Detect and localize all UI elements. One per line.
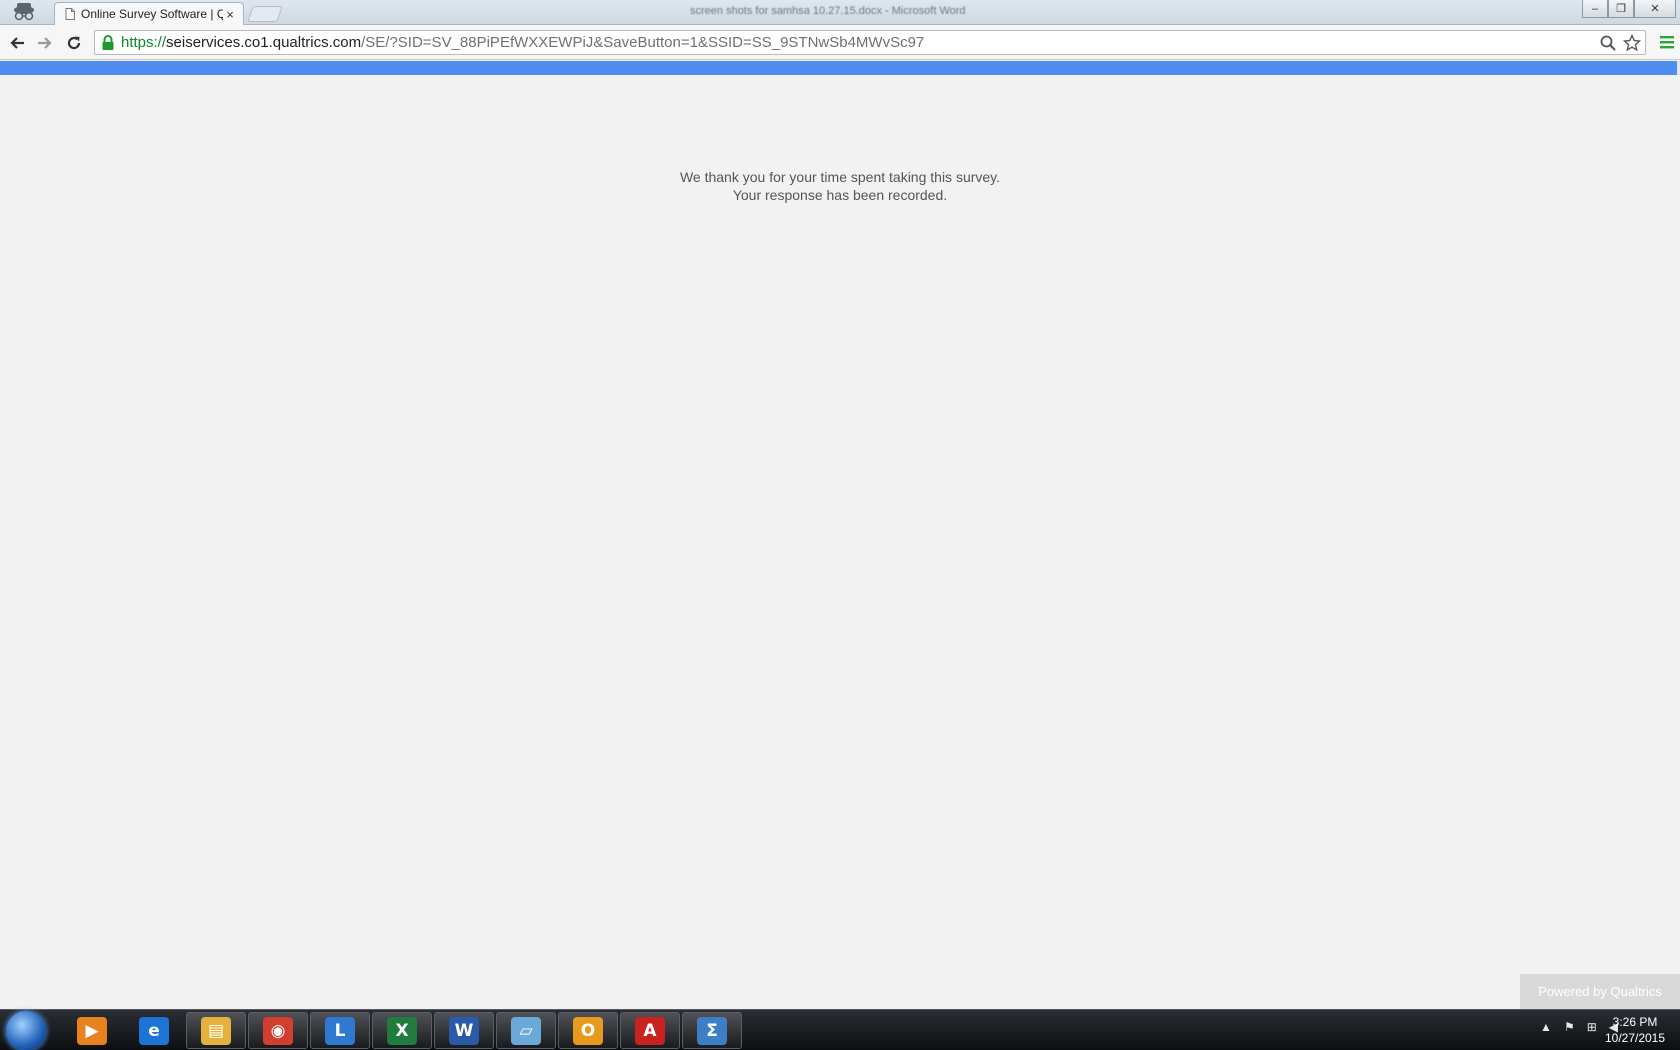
browser-tab-strip: Online Survey Software | Q × screen shot… bbox=[0, 0, 1680, 25]
tab-close-icon[interactable]: × bbox=[223, 7, 237, 22]
page-icon bbox=[65, 8, 75, 20]
taskbar-app-internet-explorer[interactable]: e bbox=[124, 1012, 184, 1049]
arrow-right-icon bbox=[38, 37, 52, 49]
url-path: /SE/?SID=SV_88PiPEfWXXEWPiJ&SaveButton=1… bbox=[361, 34, 925, 51]
word-icon: W bbox=[449, 1016, 479, 1045]
taskbar-app-adobe-reader[interactable]: A bbox=[620, 1012, 680, 1049]
lync-icon: L bbox=[325, 1016, 355, 1045]
bookmark-star-icon[interactable] bbox=[1623, 34, 1641, 52]
taskbar-app-word[interactable]: W bbox=[434, 1012, 494, 1049]
windows-media-player-icon: ▶ bbox=[77, 1016, 107, 1045]
taskbar-apps: ▶ e ▤ ◉ L X W ▱ O A Σ bbox=[62, 1012, 742, 1049]
forward-button[interactable] bbox=[34, 32, 56, 54]
taskbar-app-lync[interactable]: L bbox=[310, 1012, 370, 1049]
taskbar-app-math-input[interactable]: Σ bbox=[682, 1012, 742, 1049]
tab-title: Online Survey Software | Q bbox=[81, 7, 223, 21]
window-controls: ‒ ❐ ✕ bbox=[1582, 0, 1676, 20]
powered-by-qualtrics-link[interactable]: Powered by Qualtrics bbox=[1520, 974, 1680, 1009]
zoom-icon[interactable] bbox=[1599, 34, 1617, 52]
taskbar-app-excel[interactable]: X bbox=[372, 1012, 432, 1049]
close-window-button[interactable]: ✕ bbox=[1634, 0, 1676, 18]
response-recorded-line: Your response has been recorded. bbox=[732, 187, 948, 203]
taskbar-clock[interactable]: 3:26 PM 10/27/2015 bbox=[1600, 1014, 1670, 1046]
page-loading-bar-fill bbox=[0, 61, 1677, 75]
reload-button[interactable] bbox=[63, 32, 85, 54]
address-bar[interactable]: https://seiservices.co1.qualtrics.com/SE… bbox=[94, 30, 1646, 55]
show-hidden-icons-icon[interactable]: ▲ bbox=[1540, 1020, 1552, 1034]
browser-tab-active[interactable]: Online Survey Software | Q × bbox=[54, 2, 244, 25]
outlook-icon: O bbox=[573, 1016, 603, 1045]
taskbar-app-notebook[interactable]: ▱ bbox=[496, 1012, 556, 1049]
minimize-button[interactable]: ‒ bbox=[1582, 0, 1608, 18]
new-tab-button[interactable] bbox=[247, 6, 283, 22]
arrow-left-icon bbox=[10, 37, 24, 49]
windows-taskbar: ▶ e ▤ ◉ L X W ▱ O A Σ ▲ ⚑ ⊞ ◀ 3:26 PM 10/27/2015 bbox=[0, 1009, 1680, 1050]
reload-icon bbox=[67, 36, 81, 50]
adobe-reader-icon: A bbox=[635, 1016, 665, 1045]
thank-you-line: We thank you for your time spent taking … bbox=[679, 169, 1001, 185]
google-chrome-icon: ◉ bbox=[263, 1016, 293, 1045]
taskbar-app-windows-explorer[interactable]: ▤ bbox=[186, 1012, 246, 1049]
lock-icon bbox=[102, 34, 114, 50]
url-host: seiservices.co1.qualtrics.com bbox=[166, 34, 362, 51]
background-window-title: screen shots for samhsa 10.27.15.docx - … bbox=[690, 5, 966, 17]
excel-icon: X bbox=[387, 1016, 417, 1045]
chrome-menu-button[interactable] bbox=[1658, 33, 1676, 51]
taskbar-app-outlook[interactable]: O bbox=[558, 1012, 618, 1049]
survey-end-message: We thank you for your time spent taking … bbox=[0, 168, 1680, 204]
clock-date: 10/27/2015 bbox=[1604, 1031, 1666, 1045]
back-button[interactable] bbox=[6, 32, 28, 54]
restore-button[interactable]: ❐ bbox=[1608, 0, 1634, 18]
survey-page: We thank you for your time spent taking … bbox=[0, 75, 1680, 1009]
action-center-flag-icon[interactable]: ⚑ bbox=[1564, 1020, 1575, 1034]
browser-toolbar: https://seiservices.co1.qualtrics.com/SE… bbox=[0, 25, 1680, 60]
taskbar-app-windows-media-player[interactable]: ▶ bbox=[62, 1012, 122, 1049]
url-text: https://seiservices.co1.qualtrics.com/SE… bbox=[121, 34, 924, 51]
windows-explorer-icon: ▤ bbox=[201, 1016, 231, 1045]
hamburger-menu-icon bbox=[1660, 36, 1674, 49]
page-loading-bar bbox=[0, 61, 1680, 75]
internet-explorer-icon: e bbox=[139, 1016, 169, 1045]
start-button[interactable] bbox=[6, 1011, 46, 1050]
taskbar-app-google-chrome[interactable]: ◉ bbox=[248, 1012, 308, 1049]
incognito-icon bbox=[2, 0, 46, 24]
url-scheme: https:// bbox=[121, 34, 167, 51]
clock-time: 3:26 PM bbox=[1612, 1015, 1658, 1029]
network-icon[interactable]: ⊞ bbox=[1587, 1020, 1597, 1034]
math-input-icon: Σ bbox=[697, 1016, 727, 1045]
notebook-icon: ▱ bbox=[511, 1016, 541, 1045]
